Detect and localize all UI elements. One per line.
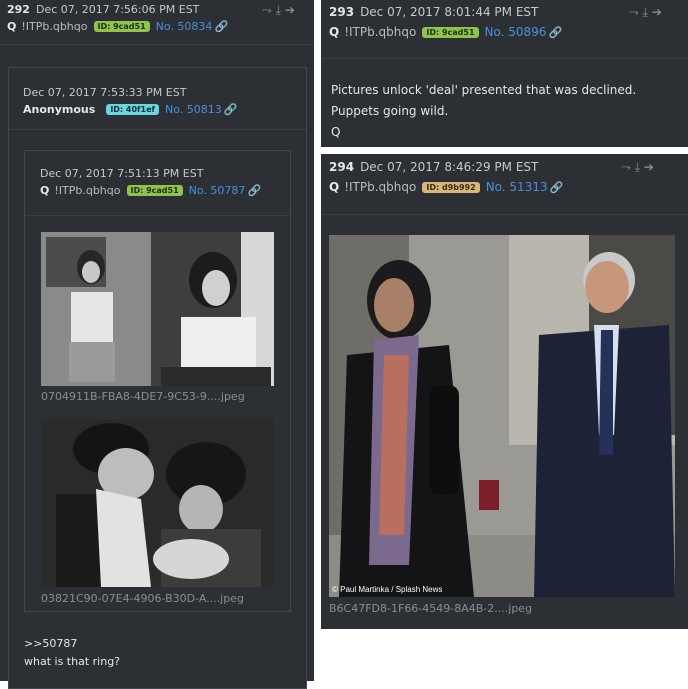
link-icon[interactable]: 🔗: [550, 181, 564, 194]
author-name: Q: [7, 20, 17, 33]
link-icon[interactable]: 🔗: [214, 20, 228, 33]
download-icon[interactable]: ⤓: [276, 3, 285, 17]
share-icon[interactable]: ⤳: [621, 160, 635, 174]
post-number-link[interactable]: No. 51313: [486, 180, 548, 194]
divider: [321, 58, 688, 59]
post-author-line: Q !ITPb.qbhqo ID: 9cad51 No. 50896 🔗: [329, 25, 562, 39]
nested-timestamp: Dec 07, 2017 7:51:13 PM EST: [40, 167, 204, 180]
photo-credit: © Paul Martinka / Splash News: [332, 585, 443, 594]
post-293-panel: 293 Dec 07, 2017 8:01:44 PM EST Q !ITPb.qb…: [321, 0, 688, 147]
tripcode: !ITPb.qbhqo: [21, 20, 88, 33]
post-header: 294 Dec 07, 2017 8:46:29 PM EST: [329, 160, 538, 174]
photo-2-graphic: [41, 419, 274, 587]
post-actions: ⤳⤓➔: [262, 3, 299, 18]
goto-icon[interactable]: ➔: [285, 3, 299, 17]
author-name: Q: [329, 180, 340, 194]
post-actions: ⤳⤓➔: [621, 160, 658, 175]
tripcode: !ITPb.qbhqo: [344, 25, 417, 39]
post-body-signature: Q: [331, 125, 341, 139]
attached-photo[interactable]: © Paul Martinka / Splash News: [329, 235, 675, 597]
reply-text: what is that ring?: [24, 655, 121, 668]
divider: [25, 215, 290, 216]
post-author-line: Q !ITPb.qbhqo ID: d9b992 No. 51313 🔗: [329, 180, 563, 194]
tripcode: !ITPb.qbhqo: [344, 180, 417, 194]
tripcode: !ITPb.qbhqo: [54, 184, 121, 197]
author-name: Q: [40, 184, 50, 197]
author-name: Anonymous: [23, 103, 96, 116]
divider: [0, 44, 314, 45]
quoted-timestamp: Dec 07, 2017 7:53:33 PM EST: [23, 86, 187, 99]
post-timestamp: Dec 07, 2017 7:56:06 PM EST: [35, 3, 200, 16]
link-icon[interactable]: 🔗: [247, 184, 261, 197]
post-header: 292 Dec 07, 2017 7:56:06 PM EST: [7, 3, 199, 16]
id-badge[interactable]: ID: d9b992: [422, 182, 480, 193]
download-icon[interactable]: ⤓: [635, 160, 644, 174]
attachment-filename[interactable]: B6C47FD8-1F66-4549-8A4B-2....jpeg: [329, 602, 532, 615]
post-number: 294: [329, 160, 355, 174]
photo-graphic: [329, 235, 675, 597]
attached-photo-1[interactable]: [41, 232, 274, 386]
download-icon[interactable]: ⤓: [643, 5, 652, 19]
post-timestamp: Dec 07, 2017 8:46:29 PM EST: [360, 160, 539, 174]
post-number-link[interactable]: No. 50896: [485, 25, 547, 39]
post-timestamp: Dec 07, 2017 8:01:44 PM EST: [360, 5, 539, 19]
divider: [321, 214, 688, 215]
id-badge[interactable]: ID: 9cad51: [93, 21, 150, 32]
post-body-line-2: Puppets going wild.: [331, 104, 449, 118]
share-icon[interactable]: ⤳: [629, 5, 643, 19]
author-name: Q: [329, 25, 340, 39]
post-number: 293: [329, 5, 355, 19]
goto-icon[interactable]: ➔: [644, 160, 658, 174]
nested-post-50787: Dec 07, 2017 7:51:13 PM EST Q !ITPb.qbhqo…: [24, 150, 291, 612]
quoted-author-line: Anonymous ID: 40f1ef No. 50813 🔗: [23, 103, 237, 116]
id-badge[interactable]: ID: 9cad51: [126, 185, 183, 196]
post-number: 292: [7, 3, 30, 16]
photo-1-graphic: [41, 232, 274, 386]
post-number-link[interactable]: No. 50813: [165, 103, 222, 116]
post-author-line: Q !ITPb.qbhqo ID: 9cad51 No. 50834 🔗: [7, 20, 228, 33]
post-number-link[interactable]: No. 50787: [189, 184, 246, 197]
post-header: 293 Dec 07, 2017 8:01:44 PM EST: [329, 5, 538, 19]
reply-reference[interactable]: >>50787: [24, 637, 77, 650]
divider: [9, 129, 306, 130]
attached-photo-2[interactable]: [41, 419, 274, 587]
post-294-panel: 294 Dec 07, 2017 8:46:29 PM EST Q !ITPb.qb…: [321, 154, 688, 629]
link-icon[interactable]: 🔗: [548, 26, 562, 39]
share-icon[interactable]: ⤳: [262, 3, 276, 17]
post-number-link[interactable]: No. 50834: [156, 20, 213, 33]
post-292-panel: 292 Dec 07, 2017 7:56:06 PM EST Q !ITPb.qb…: [0, 0, 314, 689]
id-badge[interactable]: ID: 9cad51: [422, 27, 479, 38]
nested-author-line: Q !ITPb.qbhqo ID: 9cad51 No. 50787 🔗: [40, 184, 261, 197]
quoted-post-50813: Dec 07, 2017 7:53:33 PM EST Anonymous ID:…: [8, 67, 307, 689]
id-badge[interactable]: ID: 40f1ef: [106, 104, 159, 115]
goto-icon[interactable]: ➔: [652, 5, 666, 19]
post-body-line-1: Pictures unlock 'deal' presented that wa…: [331, 83, 637, 97]
attachment-filename-1[interactable]: 0704911B-FBA8-4DE7-9C53-9....jpeg: [41, 390, 245, 403]
attachment-filename-2[interactable]: 03821C90-07E4-4906-B30D-A....jpeg: [41, 592, 244, 605]
post-actions: ⤳⤓➔: [629, 5, 666, 20]
link-icon[interactable]: 🔗: [224, 103, 238, 116]
